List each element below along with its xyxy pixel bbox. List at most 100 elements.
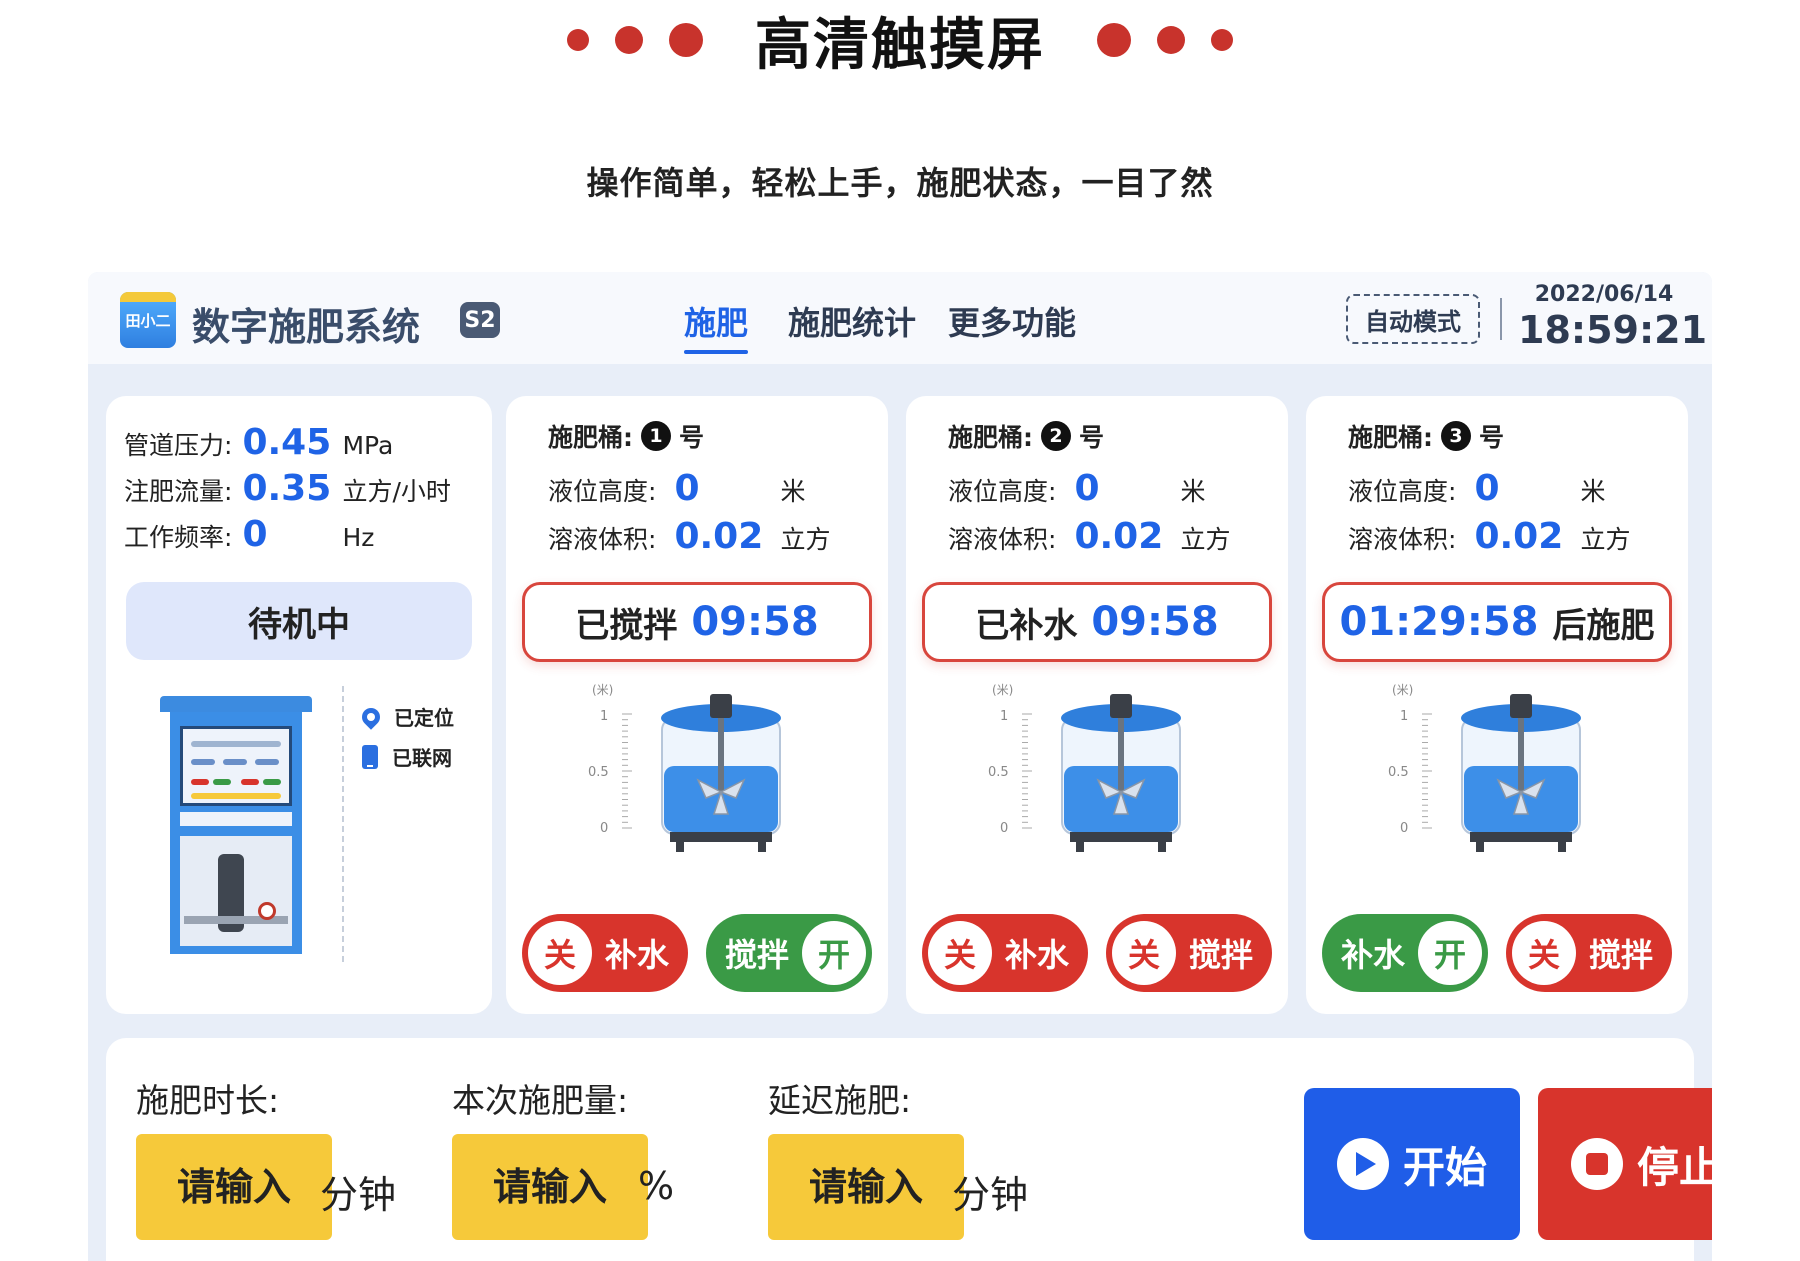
stop-button[interactable]: 停止 bbox=[1538, 1088, 1712, 1240]
location-indicator: 已定位 bbox=[358, 702, 454, 731]
volume-label: 溶液体积: bbox=[948, 525, 1057, 554]
refill-toggle[interactable]: 关补水 bbox=[522, 914, 688, 992]
promo-heading: 高清触摸屏 bbox=[0, 0, 1800, 80]
stirrer-motor bbox=[1110, 694, 1132, 718]
tank-base bbox=[1470, 832, 1572, 842]
level-unit: 米 bbox=[1580, 477, 1606, 506]
stop-label: 停止 bbox=[1636, 1142, 1712, 1192]
stir-state: 关 bbox=[1512, 921, 1576, 985]
tank-base bbox=[670, 832, 772, 842]
scale-mid: 0.5 bbox=[988, 765, 1009, 780]
tank-panel: 施肥桶: 3 号 液位高度: 0 米 溶液体积: 0.02 立方 01:29:5… bbox=[1306, 396, 1688, 1014]
fertilize-control-panel: 施肥时长: 分钟 本次施肥量: % 延迟施肥: 分钟 开始 停止 bbox=[106, 1038, 1712, 1261]
stir-state: 关 bbox=[1112, 921, 1176, 985]
tab-fertilize[interactable]: 施肥 bbox=[684, 298, 749, 354]
divider bbox=[1500, 298, 1502, 340]
stir-toggle[interactable]: 搅拌开 bbox=[706, 914, 872, 992]
tank-leg bbox=[1476, 840, 1484, 852]
level-row: 液位高度: 0 米 bbox=[548, 468, 805, 509]
tank-leg bbox=[1558, 840, 1566, 852]
tank-base bbox=[1070, 832, 1172, 842]
flow-value: 0.35 bbox=[242, 468, 332, 509]
flow-label: 注肥流量: bbox=[124, 477, 233, 506]
scale-unit: (米) bbox=[1392, 683, 1413, 697]
volume-label: 溶液体积: bbox=[548, 525, 657, 554]
stir-toggle[interactable]: 关搅拌 bbox=[1506, 914, 1672, 992]
stir-label: 搅拌 bbox=[1588, 936, 1653, 974]
device-icon bbox=[362, 744, 378, 769]
promo-title: 高清触摸屏 bbox=[755, 12, 1045, 78]
decor-dot bbox=[669, 23, 703, 57]
scale-mid: 0.5 bbox=[1388, 765, 1409, 780]
tank-title: 施肥桶: 2 号 bbox=[948, 418, 1104, 454]
level-unit: 米 bbox=[780, 477, 806, 506]
amount-input[interactable] bbox=[452, 1134, 648, 1240]
refill-label: 补水 bbox=[604, 936, 669, 974]
mode-toggle-button[interactable]: 自动模式 bbox=[1346, 294, 1480, 344]
location-pin-icon bbox=[358, 703, 384, 730]
timer-value: 09:58 bbox=[691, 599, 819, 645]
tank-panel: 施肥桶: 2 号 液位高度: 0 米 溶液体积: 0.02 立方 已补水 09:… bbox=[906, 396, 1288, 1014]
decor-dots-right bbox=[1097, 23, 1233, 57]
volume-value: 0.02 bbox=[674, 516, 764, 557]
stirrer-motor bbox=[1510, 694, 1532, 718]
stirrer-shaft bbox=[1118, 718, 1124, 792]
app-title: 数字施肥系统 bbox=[192, 305, 421, 349]
level-value: 0 bbox=[1074, 468, 1100, 509]
level-row: 液位高度: 0 米 bbox=[948, 468, 1205, 509]
tank-illustration: (米) 1 0.5 0 bbox=[588, 683, 781, 852]
volume-row: 溶液体积: 0.02 立方 bbox=[1348, 516, 1630, 557]
pressure-row: 管道压力: 0.45 MPa bbox=[124, 422, 393, 463]
tank-number-suffix: 号 bbox=[679, 423, 705, 452]
scale-top: 1 bbox=[1400, 709, 1408, 724]
start-button[interactable]: 开始 bbox=[1304, 1088, 1520, 1240]
refill-toggle[interactable]: 关补水 bbox=[922, 914, 1088, 992]
tab-statistics[interactable]: 施肥统计 bbox=[788, 298, 916, 344]
pressure-unit: MPa bbox=[342, 431, 394, 460]
tank-number-badge: 2 bbox=[1041, 421, 1071, 451]
volume-row: 溶液体积: 0.02 立方 bbox=[548, 516, 830, 557]
level-scale bbox=[1422, 713, 1432, 829]
level-scale bbox=[1022, 713, 1032, 829]
scale-bottom: 0 bbox=[1400, 821, 1408, 836]
frequency-unit: Hz bbox=[342, 523, 375, 552]
refill-label: 补水 bbox=[1004, 936, 1069, 974]
stir-label: 搅拌 bbox=[1188, 936, 1253, 974]
volume-unit: 立方 bbox=[780, 525, 831, 554]
scale-top: 1 bbox=[600, 709, 608, 724]
duration-unit: 分钟 bbox=[320, 1173, 397, 1217]
network-status: 已联网 bbox=[392, 746, 452, 770]
volume-unit: 立方 bbox=[1580, 525, 1631, 554]
refill-state: 关 bbox=[528, 921, 592, 985]
tank-panel: 施肥桶: 1 号 液位高度: 0 米 溶液体积: 0.02 立方 已搅拌 09:… bbox=[506, 396, 888, 1014]
logo-text: 田小二 bbox=[125, 311, 171, 330]
delay-input[interactable] bbox=[768, 1134, 964, 1240]
duration-label: 施肥时长: bbox=[136, 1081, 280, 1120]
system-status-panel: 管道压力: 0.45 MPa 注肥流量: 0.35 立方/小时 工作频率: 0 … bbox=[106, 396, 492, 1014]
tank-illustration: (米) 1 0.5 0 bbox=[988, 683, 1181, 852]
tab-more-features[interactable]: 更多功能 bbox=[948, 298, 1076, 344]
duration-input[interactable] bbox=[136, 1134, 332, 1240]
level-unit: 米 bbox=[1180, 477, 1206, 506]
delay-unit: 分钟 bbox=[952, 1173, 1029, 1217]
tank-illustration: (米) 1 0.5 0 bbox=[1388, 683, 1581, 852]
scale-bottom: 0 bbox=[600, 821, 608, 836]
tank-title: 施肥桶: 3 号 bbox=[1348, 418, 1504, 454]
stir-toggle[interactable]: 关搅拌 bbox=[1106, 914, 1272, 992]
volume-unit: 立方 bbox=[1180, 525, 1231, 554]
scale-bottom: 0 bbox=[1000, 821, 1008, 836]
pressure-value: 0.45 bbox=[242, 422, 332, 463]
frequency-row: 工作频率: 0 Hz bbox=[124, 514, 374, 555]
volume-row: 溶液体积: 0.02 立方 bbox=[948, 516, 1230, 557]
tank-leg bbox=[758, 840, 766, 852]
refill-toggle[interactable]: 补水开 bbox=[1322, 914, 1488, 992]
tank-number-badge: 3 bbox=[1441, 421, 1471, 451]
level-label: 液位高度: bbox=[948, 477, 1057, 506]
tank-timer: 已补水 09:58 bbox=[922, 582, 1272, 662]
tank-title-label: 施肥桶: bbox=[1348, 423, 1433, 452]
timer-prefix: 已补水 bbox=[975, 605, 1078, 646]
tank-title-label: 施肥桶: bbox=[948, 423, 1033, 452]
stop-icon bbox=[1570, 1138, 1623, 1190]
tank-leg bbox=[1076, 840, 1084, 852]
tank-leg bbox=[676, 840, 684, 852]
